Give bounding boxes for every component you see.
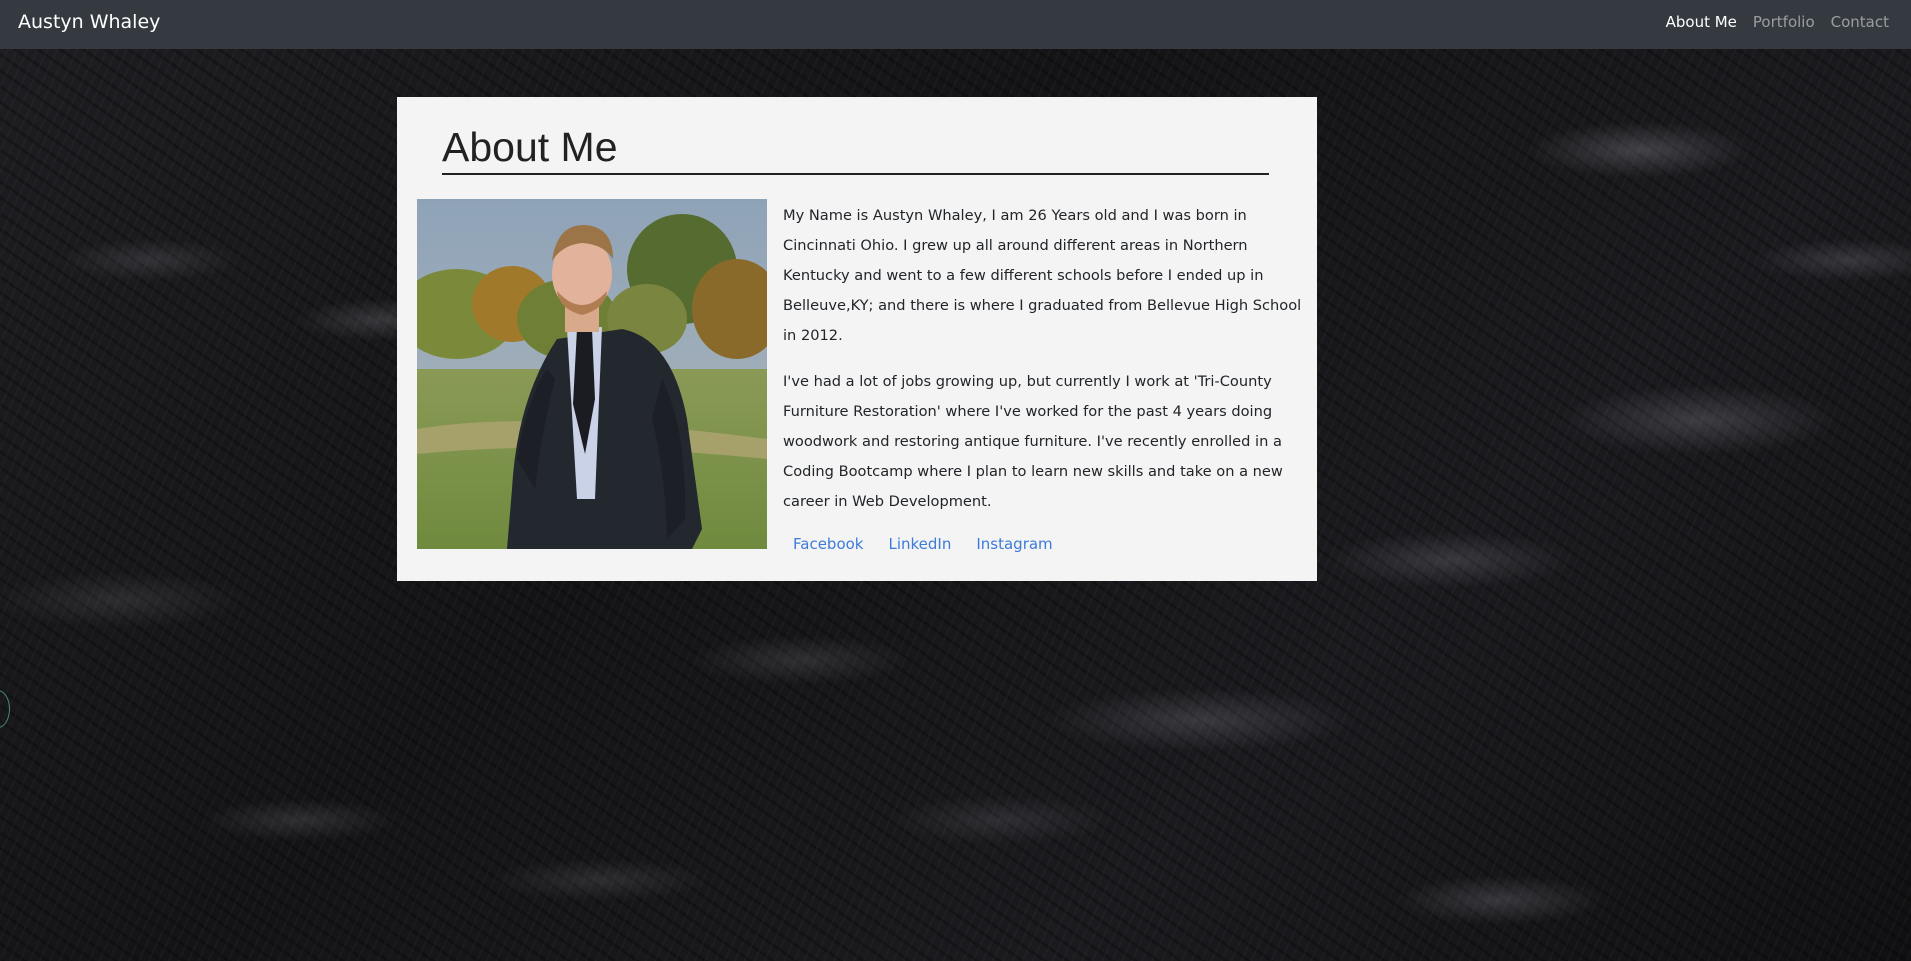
- nav-links: About Me Portfolio Contact: [1666, 12, 1889, 32]
- bio-text: My Name is Austyn Whaley, I am 26 Years …: [783, 201, 1303, 533]
- nav-link-contact[interactable]: Contact: [1831, 12, 1889, 32]
- linkedin-link[interactable]: LinkedIn: [888, 534, 951, 554]
- nav-link-portfolio[interactable]: Portfolio: [1753, 12, 1815, 32]
- profile-photo: [417, 199, 767, 549]
- edge-circle-decoration: [0, 690, 10, 728]
- about-card: About Me My Name is Austyn Whaley, I am …: [397, 97, 1317, 581]
- page-title: About Me: [442, 123, 1269, 175]
- brand-link[interactable]: Austyn Whaley: [18, 10, 160, 34]
- navbar: Austyn Whaley About Me Portfolio Contact: [0, 0, 1911, 49]
- bio-paragraph-1: My Name is Austyn Whaley, I am 26 Years …: [783, 207, 1302, 344]
- bio-paragraph-2: I've had a lot of jobs growing up, but c…: [783, 373, 1283, 510]
- social-links: Facebook LinkedIn Instagram: [793, 534, 1053, 554]
- instagram-link[interactable]: Instagram: [976, 534, 1052, 554]
- nav-link-about-me[interactable]: About Me: [1666, 12, 1737, 32]
- facebook-link[interactable]: Facebook: [793, 534, 863, 554]
